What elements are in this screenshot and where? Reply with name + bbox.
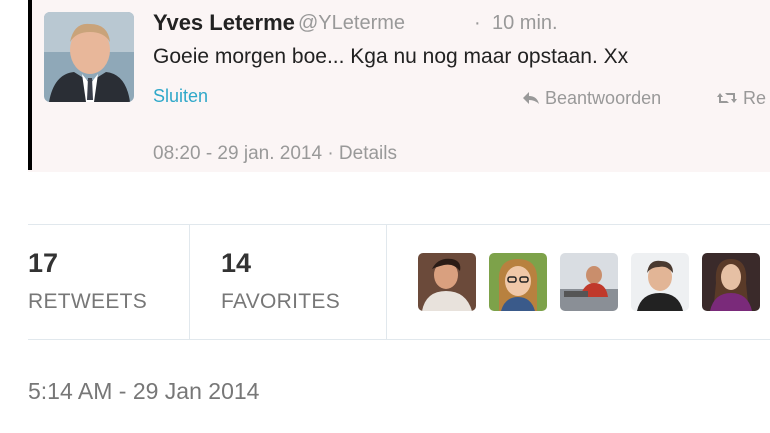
close-link[interactable]: Sluiten [153, 86, 208, 107]
meta-separator: · [474, 12, 481, 34]
author-name[interactable]: Yves Leterme [153, 10, 295, 36]
tweet-date: 08:20 - 29 jan. 2014 [153, 143, 323, 164]
quote-bar [28, 0, 32, 170]
reply-icon [522, 88, 545, 108]
stats-divider-top [28, 224, 770, 225]
retweets-label[interactable]: RETWEETS [28, 290, 147, 314]
stats-divider-bottom [28, 339, 770, 340]
reply-label: Beantwoorden [545, 88, 662, 108]
favoriter-avatar[interactable] [489, 253, 547, 311]
tweet-text: Goeie morgen boe... Kga nu nog maar opst… [153, 45, 629, 68]
reply-button[interactable]: Beantwoorden [522, 88, 661, 109]
author-handle[interactable]: @YLeterme [298, 12, 405, 35]
details-link[interactable]: Details [339, 143, 397, 164]
tweet-time-ago[interactable]: 10 min. [492, 12, 558, 35]
stats-divider [189, 224, 190, 339]
favorites-label[interactable]: FAVORITES [221, 290, 340, 314]
tweet-date-line: 08:20 - 29 jan. 2014 · Details [153, 143, 397, 165]
retweets-count[interactable]: 17 [28, 248, 58, 279]
favoriter-avatar[interactable] [631, 253, 689, 311]
stats-divider [386, 224, 387, 339]
favoriter-avatar[interactable] [560, 253, 618, 311]
retweet-label: Re [743, 88, 767, 108]
author-avatar[interactable] [44, 12, 134, 102]
retweet-button[interactable]: Re [716, 88, 766, 109]
tweet-timestamp: 5:14 AM - 29 Jan 2014 [28, 378, 260, 404]
favorites-count[interactable]: 14 [221, 248, 251, 279]
details-separator: · [327, 143, 334, 164]
favoriter-avatar[interactable] [418, 253, 476, 311]
favoriter-avatar[interactable] [702, 253, 760, 311]
retweet-icon [716, 88, 743, 108]
